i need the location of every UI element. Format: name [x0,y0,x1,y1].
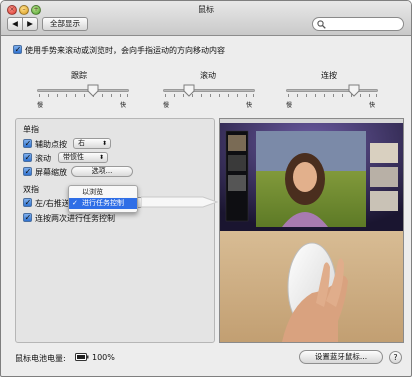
scrolling-max-label: 快 [246,102,253,109]
battery-icon [75,353,89,361]
title-bar: 鼠标 × – + ◀ ▶ 全部显示 [1,1,411,36]
menu-item-mission-control[interactable]: ✓ 进行任务控制 [69,198,137,209]
back-button[interactable]: ◀ [7,17,23,31]
gesture-highlight-arrow [141,196,219,208]
double-click-slider-track[interactable] [286,89,378,92]
window-title: 鼠标 [198,5,214,14]
swipe-action-menu: 以浏览 ✓ 进行任务控制 [68,185,138,213]
natural-scroll-checkbox[interactable]: ✓ [13,45,22,54]
preview-screen [220,119,403,231]
back-arrow-icon: ◀ [12,19,18,28]
menu-item-browse[interactable]: 以浏览 [69,187,137,198]
double-tap-checkbox[interactable]: ✓ [23,213,32,222]
secondary-click-checkbox[interactable]: ✓ [23,139,32,148]
zoom-options-button[interactable]: 选项... [71,166,133,177]
tracking-min-label: 慢 [37,102,44,109]
double-tap-label: 连按两次进行任务控制 [35,214,115,223]
mouse-preferences-window: 鼠标 × – + ◀ ▶ 全部显示 ✓ 使用手势来滚动或浏览时，会向手指运动的方… [0,0,412,377]
preview-desk [220,231,403,342]
tracking-slider-knob[interactable] [87,84,99,97]
preview-mouse-hand-image [282,242,348,342]
gesture-preview-video [219,118,404,343]
preview-desktop-image [220,119,403,231]
scroll-checkbox[interactable]: ✓ [23,153,32,162]
secondary-click-label: 辅助点按 [35,140,67,149]
natural-scroll-label: 使用手势来滚动或浏览时，会向手指运动的方向移动内容 [25,46,225,55]
gesture-settings-panel [15,118,215,343]
updown-arrows-icon: ⬍ [101,140,107,147]
double-click-min-label: 慢 [286,102,293,109]
secondary-click-popup[interactable]: 右 ⬍ [73,138,111,149]
magnifier-icon [317,20,326,29]
scrolling-min-label: 慢 [163,102,170,109]
scrolling-slider-track[interactable] [163,89,255,92]
scrolling-slider-knob[interactable] [183,84,195,97]
double-click-title: 连按 [321,71,337,80]
screen-zoom-checkbox[interactable]: ✓ [23,167,32,176]
battery-percent: 100% [92,353,115,362]
forward-button[interactable]: ▶ [22,17,38,31]
scrolling-title: 滚动 [200,71,216,80]
double-click-max-label: 快 [369,102,376,109]
secondary-click-value: 右 [78,139,85,147]
battery-label: 鼠标电池电量: [15,354,66,363]
forward-arrow-icon: ▶ [27,19,33,28]
tracking-max-label: 快 [120,102,127,109]
show-all-button[interactable]: 全部显示 [42,17,88,31]
swipe-checkbox[interactable]: ✓ [23,198,32,207]
checkmark-icon: ✓ [72,199,78,207]
zoom-icon[interactable]: + [31,5,41,15]
help-button[interactable]: ? [389,351,402,364]
updown-arrows-icon: ⬍ [98,154,104,161]
double-click-slider-knob[interactable] [348,84,360,97]
setup-bluetooth-mouse-button[interactable]: 设置蓝牙鼠标... [299,350,383,364]
scroll-label: 滚动 [35,154,51,163]
one-finger-heading: 单指 [23,125,39,134]
screen-zoom-label: 屏幕缩放 [35,168,67,177]
scroll-mode-value: 带惯性 [63,153,84,161]
tracking-title: 跟踪 [71,71,87,80]
swipe-label: 左/右推送 [35,199,70,208]
tracking-slider-track[interactable] [37,89,129,92]
two-finger-heading: 双指 [23,185,39,194]
minimize-icon[interactable]: – [19,5,29,15]
scroll-mode-popup[interactable]: 带惯性 ⬍ [58,152,108,163]
close-icon[interactable]: × [7,5,17,15]
search-field[interactable] [312,17,404,31]
